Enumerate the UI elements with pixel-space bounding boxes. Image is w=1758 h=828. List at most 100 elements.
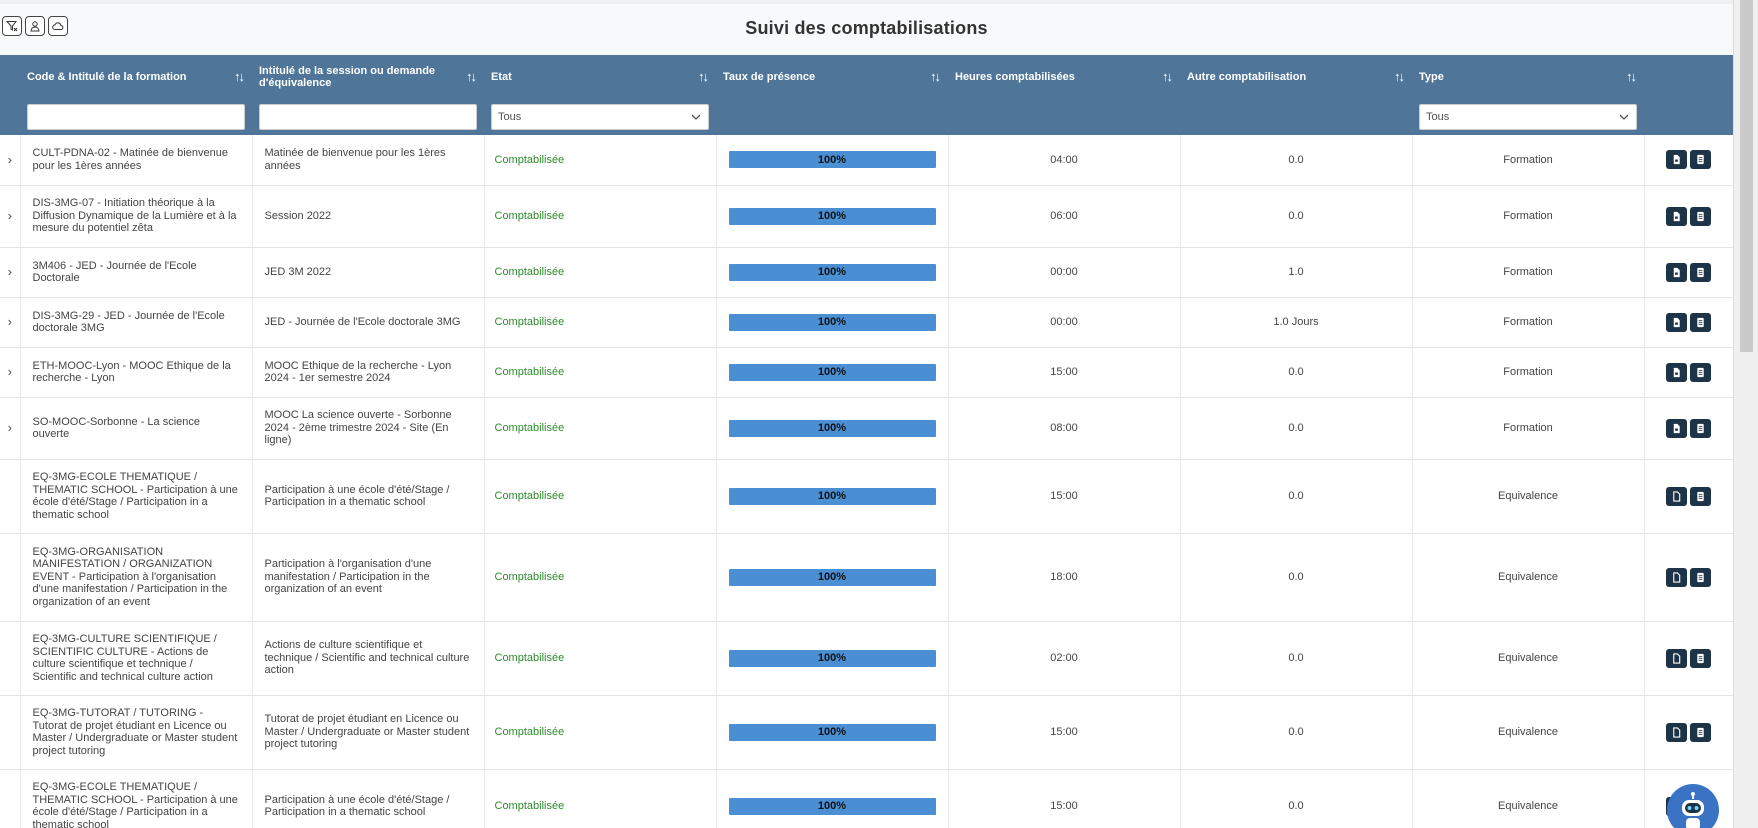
- chevron-right-icon[interactable]: ›: [8, 152, 12, 167]
- progress-bar: 100%: [728, 207, 936, 225]
- list-document-icon: [1697, 491, 1704, 501]
- download-button[interactable]: [1666, 418, 1687, 438]
- details-button[interactable]: [1690, 722, 1711, 742]
- chevron-right-icon[interactable]: ›: [8, 208, 12, 223]
- details-button[interactable]: [1690, 486, 1711, 506]
- sort-icon[interactable]: ↑↓: [466, 70, 477, 83]
- table-row[interactable]: › DIS-3MG-29 - JED - Journée de l'Ecole d…: [0, 297, 1734, 347]
- etat-filter-select[interactable]: Tous: [491, 103, 709, 130]
- session-cell: MOOC La science ouverte - Sorbonne 2024 …: [252, 397, 485, 459]
- details-button[interactable]: [1690, 262, 1711, 282]
- taux-cell: 100%: [716, 695, 949, 769]
- session-cell: Actions de culture scientifique et techn…: [252, 621, 485, 695]
- download-button[interactable]: [1666, 312, 1687, 332]
- column-header-type[interactable]: Type ↑↓: [1412, 55, 1644, 98]
- column-header-heures[interactable]: Heures comptabilisées ↑↓: [948, 55, 1180, 98]
- download-button[interactable]: [1666, 206, 1687, 226]
- table-row[interactable]: EQ-3MG-CULTURE SCIENTIFIQUE / SCIENTIFIC…: [0, 621, 1734, 695]
- heures-cell: 00:00: [948, 247, 1181, 297]
- chatbot-button[interactable]: [1667, 784, 1719, 828]
- sort-icon[interactable]: ↑↓: [930, 70, 941, 83]
- code-cell: DIS-3MG-07 - Initiation théorique à la D…: [20, 185, 253, 247]
- sort-icon[interactable]: ↑↓: [234, 70, 245, 83]
- details-button[interactable]: [1690, 567, 1711, 587]
- type-filter-select[interactable]: Tous: [1419, 103, 1637, 130]
- chevron-right-icon[interactable]: ›: [8, 420, 12, 435]
- actions-cell: [1644, 533, 1734, 621]
- table-row[interactable]: › SO-MOOC-Sorbonne - La science ouverte MO…: [0, 397, 1734, 459]
- document-icon: [1673, 726, 1681, 738]
- expand-cell[interactable]: ›: [0, 347, 21, 397]
- expand-cell[interactable]: ›: [0, 135, 21, 185]
- table-row[interactable]: EQ-3MG-ECOLE THEMATIQUE / THEMATIC SCHOO…: [0, 459, 1734, 533]
- etat-cell: Comptabilisée: [484, 347, 717, 397]
- taux-cell: 100%: [716, 621, 949, 695]
- table-row[interactable]: › CULT-PDNA-02 - Matinée de bienvenue pou…: [0, 135, 1734, 185]
- taux-cell: 100%: [716, 247, 949, 297]
- column-header-code[interactable]: Code & Intitulé de la formation ↑↓: [20, 55, 252, 98]
- actions-cell: [1644, 347, 1734, 397]
- etat-cell: Comptabilisée: [484, 247, 717, 297]
- details-button[interactable]: [1690, 418, 1711, 438]
- progress-bar: 100%: [728, 723, 936, 741]
- autre-cell: 0.0: [1180, 185, 1413, 247]
- table-row[interactable]: EQ-3MG-TUTORAT / TUTORING - Tutorat de p…: [0, 695, 1734, 769]
- download-button[interactable]: [1666, 150, 1687, 170]
- taux-cell: 100%: [716, 397, 949, 459]
- sort-icon[interactable]: ↑↓: [698, 70, 709, 83]
- type-cell: Formation: [1412, 247, 1645, 297]
- list-document-icon: [1697, 267, 1704, 277]
- expand-cell[interactable]: ›: [0, 247, 21, 297]
- chevron-right-icon[interactable]: ›: [8, 364, 12, 379]
- expand-cell[interactable]: ›: [0, 297, 21, 347]
- code-filter-input[interactable]: [27, 103, 245, 130]
- scrollbar-thumb[interactable]: [1740, 0, 1753, 352]
- column-header-autre[interactable]: Autre comptabilisation ↑↓: [1180, 55, 1412, 98]
- table-row[interactable]: EQ-3MG-ECOLE THEMATIQUE / THEMATIC SCHOO…: [0, 769, 1734, 828]
- sort-icon[interactable]: ↑↓: [1162, 70, 1173, 83]
- list-document-icon: [1697, 423, 1704, 433]
- session-cell: Session 2022: [252, 185, 485, 247]
- sort-icon[interactable]: ↑↓: [1626, 70, 1637, 83]
- autre-cell: 0.0: [1180, 397, 1413, 459]
- type-cell: Equivalence: [1412, 695, 1645, 769]
- chevron-right-icon[interactable]: ›: [8, 264, 12, 279]
- expand-cell[interactable]: ›: [0, 397, 21, 459]
- session-filter-input[interactable]: [259, 103, 477, 130]
- actions-cell: [1644, 621, 1734, 695]
- heures-cell: 15:00: [948, 347, 1181, 397]
- details-button[interactable]: [1690, 648, 1711, 668]
- table-row[interactable]: › DIS-3MG-07 - Initiation théorique à la …: [0, 185, 1734, 247]
- details-button[interactable]: [1690, 362, 1711, 382]
- details-button[interactable]: [1690, 206, 1711, 226]
- column-header-etat[interactable]: Etat ↑↓: [484, 55, 716, 98]
- etat-cell: Comptabilisée: [484, 297, 717, 347]
- table-row[interactable]: EQ-3MG-ORGANISATION MANIFESTATION / ORGA…: [0, 533, 1734, 621]
- column-header-session[interactable]: Intitulé de la session ou demande d'équi…: [252, 55, 484, 98]
- type-cell: Formation: [1412, 397, 1645, 459]
- table-row[interactable]: › ETH-MOOC-Lyon - MOOC Ethique de la rech…: [0, 347, 1734, 397]
- download-button[interactable]: [1666, 722, 1687, 742]
- chevron-right-icon[interactable]: ›: [8, 314, 12, 329]
- table-row[interactable]: › 3M406 - JED - Journée de l'Ecole Doctor…: [0, 247, 1734, 297]
- details-button[interactable]: [1690, 312, 1711, 332]
- download-button[interactable]: [1666, 567, 1687, 587]
- column-header-taux[interactable]: Taux de présence ↑↓: [716, 55, 948, 98]
- progress-bar: 100%: [728, 313, 936, 331]
- details-button[interactable]: [1690, 150, 1711, 170]
- expand-cell[interactable]: ›: [0, 185, 21, 247]
- download-button[interactable]: [1666, 362, 1687, 382]
- download-button[interactable]: [1666, 648, 1687, 668]
- document-icon: [1673, 490, 1681, 502]
- top-bar: Suivi des comptabilisations: [0, 4, 1733, 55]
- download-button[interactable]: [1666, 262, 1687, 282]
- autre-cell: 0.0: [1180, 621, 1413, 695]
- download-button[interactable]: [1666, 486, 1687, 506]
- etat-cell: Comptabilisée: [484, 533, 717, 621]
- sort-icon[interactable]: ↑↓: [1394, 70, 1405, 83]
- type-cell: Equivalence: [1412, 459, 1645, 533]
- progress-bar: 100%: [728, 797, 936, 815]
- heures-cell: 18:00: [948, 533, 1181, 621]
- type-cell: Equivalence: [1412, 769, 1645, 828]
- vertical-scrollbar[interactable]: [1733, 0, 1758, 828]
